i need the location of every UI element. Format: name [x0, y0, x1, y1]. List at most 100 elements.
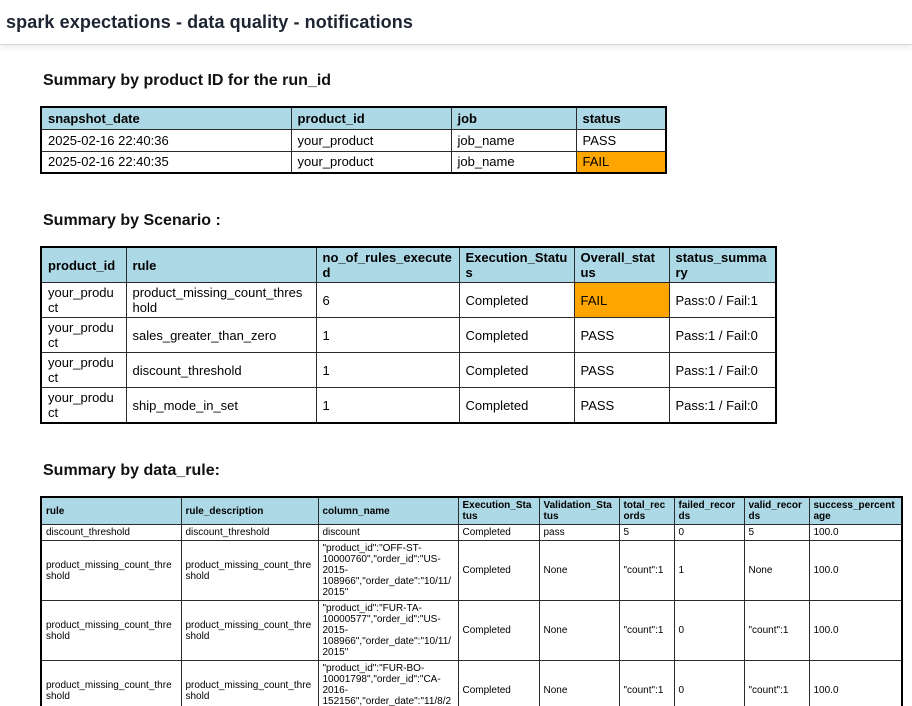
- table-cell: FAIL: [573, 282, 670, 318]
- table-cell: Completed: [458, 352, 575, 388]
- table-cell: "count":1: [618, 660, 675, 706]
- table-cell: your_product: [40, 317, 127, 353]
- table-cell: Completed: [457, 540, 540, 601]
- table-cell: "count":1: [743, 600, 810, 661]
- table-cell: 100.0: [808, 524, 903, 541]
- table-cell: product_missing_count_threshold: [40, 540, 182, 601]
- table-header-cell: success_percentage: [808, 496, 903, 525]
- product-summary-table: snapshot_date product_id job status 2025-02-…: [40, 106, 667, 174]
- table-cell: job_name: [450, 150, 577, 174]
- table-header-cell: Validation_Status: [538, 496, 620, 525]
- table-cell: product_missing_count_threshold: [40, 600, 182, 661]
- table-cell: None: [538, 600, 620, 661]
- table-cell: discount_threshold: [40, 524, 182, 541]
- table-cell: Completed: [457, 524, 540, 541]
- table-row: your_product sales_greater_than_zero 1 Comp…: [40, 317, 777, 353]
- section-scenario-summary: Summary by Scenario : product_id rule no_o…: [40, 212, 912, 424]
- table-cell: 5: [618, 524, 675, 541]
- table-header-cell: rule: [40, 496, 182, 525]
- table-cell: Pass:0 / Fail:1: [668, 282, 777, 318]
- table-cell: FAIL: [575, 150, 667, 174]
- table-cell: Completed: [458, 317, 575, 353]
- table-cell: 0: [673, 600, 745, 661]
- table-cell: product_missing_count_threshold: [180, 540, 319, 601]
- table-cell: 2025-02-16 22:40:35: [40, 150, 292, 174]
- table-row: your_product product_missing_count_thresh…: [40, 282, 777, 318]
- table-cell: 1: [315, 317, 460, 353]
- table-row: product_missing_count_threshold product_m…: [40, 540, 903, 601]
- table-header-cell: snapshot_date: [40, 106, 292, 130]
- table-header-cell: Execution_Status: [457, 496, 540, 525]
- table-header-row: snapshot_date product_id job status: [40, 106, 667, 130]
- table-cell: ship_mode_in_set: [125, 387, 317, 424]
- table-cell: pass: [538, 524, 620, 541]
- table-cell: PASS: [573, 317, 670, 353]
- table-cell: your_product: [40, 387, 127, 424]
- section-heading-product-summary: Summary by product ID for the run_id: [43, 72, 332, 89]
- table-header-cell: rule: [125, 246, 317, 283]
- table-cell: Completed: [457, 660, 540, 706]
- table-cell: None: [538, 540, 620, 601]
- table-cell: Pass:1 / Fail:0: [668, 352, 777, 388]
- table-header-cell: product_id: [290, 106, 452, 130]
- table-cell: "product_id":"OFF-ST-10000760","order_id…: [317, 540, 459, 601]
- table-cell: your_product: [290, 128, 452, 152]
- table-cell: your_product: [290, 150, 452, 174]
- table-cell: Completed: [458, 387, 575, 424]
- table-row: your_product discount_threshold 1 Completed…: [40, 352, 777, 388]
- table-cell: "product_id":"FUR-BO-10001798","order_id…: [317, 660, 459, 706]
- table-header-row: rule rule_description column_name Execution…: [40, 496, 903, 525]
- data-rule-summary-table: rule rule_description column_name Execution…: [40, 496, 903, 706]
- table-cell: 1: [315, 352, 460, 388]
- table-header-cell: valid_records: [743, 496, 810, 525]
- table-header-cell: column_name: [317, 496, 459, 525]
- table-header-cell: status_summary: [668, 246, 777, 283]
- table-cell: PASS: [573, 387, 670, 424]
- section-heading-scenario-summary: Summary by Scenario :: [43, 212, 221, 229]
- table-cell: discount: [317, 524, 459, 541]
- table-cell: PASS: [573, 352, 670, 388]
- table-cell: product_missing_count_threshold: [125, 282, 317, 318]
- table-cell: sales_greater_than_zero: [125, 317, 317, 353]
- table-row: product_missing_count_threshold product_m…: [40, 660, 903, 706]
- table-cell: 100.0: [808, 660, 903, 706]
- table-cell: discount_threshold: [125, 352, 317, 388]
- table-cell: 0: [673, 660, 745, 706]
- table-cell: Completed: [458, 282, 575, 318]
- table-cell: your_product: [40, 282, 127, 318]
- table-header-row: product_id rule no_of_rules_executed Execut…: [40, 246, 777, 283]
- table-cell: 1: [315, 387, 460, 424]
- table-cell: 6: [315, 282, 460, 318]
- table-cell: 1: [673, 540, 745, 601]
- section-data-rule-summary: Summary by data_rule: rule rule_descripti…: [40, 462, 912, 706]
- table-cell: job_name: [450, 128, 577, 152]
- table-cell: PASS: [575, 128, 667, 152]
- table-cell: product_missing_count_threshold: [40, 660, 182, 706]
- table-cell: "product_id":"FUR-TA-10000577","order_id…: [317, 600, 459, 661]
- table-header-cell: failed_records: [673, 496, 745, 525]
- section-heading-data-rule-summary: Summary by data_rule:: [43, 462, 220, 479]
- table-cell: 2025-02-16 22:40:36: [40, 128, 292, 152]
- table-header-cell: no_of_rules_executed: [315, 246, 460, 283]
- table-cell: Completed: [457, 600, 540, 661]
- table-cell: 5: [743, 524, 810, 541]
- table-row: 2025-02-16 22:40:36 your_product job_name P…: [40, 128, 667, 152]
- table-cell: "count":1: [618, 540, 675, 601]
- table-header-cell: product_id: [40, 246, 127, 283]
- table-cell: Pass:1 / Fail:0: [668, 317, 777, 353]
- table-cell: None: [538, 660, 620, 706]
- table-cell: product_missing_count_threshold: [180, 600, 319, 661]
- table-header-cell: status: [575, 106, 667, 130]
- table-row: product_missing_count_threshold product_m…: [40, 600, 903, 661]
- page-title: spark expectations - data quality - noti…: [6, 12, 413, 32]
- table-header-cell: total_records: [618, 496, 675, 525]
- table-row: 2025-02-16 22:40:35 your_product job_name F…: [40, 150, 667, 174]
- page-header: spark expectations - data quality - noti…: [0, 0, 912, 45]
- table-row: discount_threshold discount_threshold disc…: [40, 524, 903, 541]
- table-cell: "count":1: [618, 600, 675, 661]
- table-cell: your_product: [40, 352, 127, 388]
- table-cell: None: [743, 540, 810, 601]
- table-cell: discount_threshold: [180, 524, 319, 541]
- section-product-summary: Summary by product ID for the run_id sna…: [40, 72, 912, 174]
- report-content: Summary by product ID for the run_id sna…: [0, 45, 912, 706]
